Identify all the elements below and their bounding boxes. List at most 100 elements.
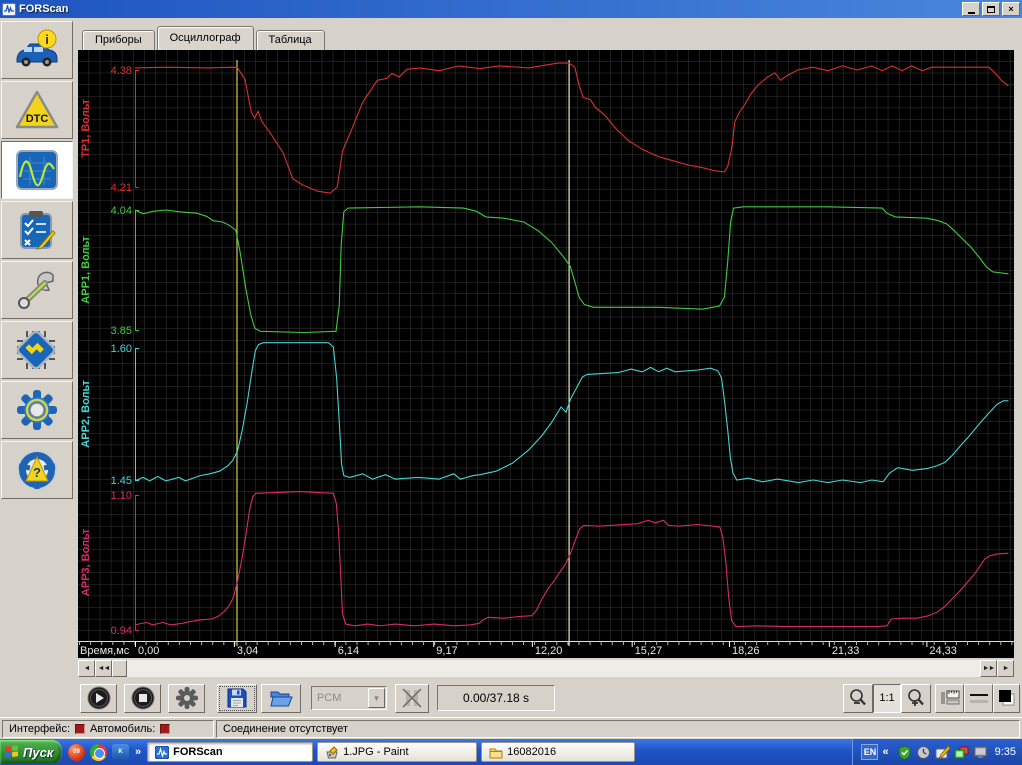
language-indicator[interactable]: EN [861,744,879,760]
connection-status-text: Соединение отсутствует [223,722,349,735]
x-tick-label: 12,20 [535,645,563,657]
quicklaunch-more-chevron[interactable]: » [135,746,141,758]
taskbar-clock[interactable]: 9:35 [995,746,1016,758]
x-tick-label: 21,33 [832,645,860,657]
tab-bar: Приборы Осциллограф Таблица [82,26,327,50]
color-swatch-icon [998,690,1014,706]
start-button[interactable]: Пуск [0,740,62,764]
oscilloscope-chart[interactable]: Время,мс 0,00 3,04 6,14 9,17 12,20 15,27 18,26 2… [78,50,1014,658]
gear-icon [17,390,57,430]
forscan-app-icon [2,2,16,16]
channel-name-4: APP3, Вольт [80,528,92,596]
app-body: i DTC ? Приборы Осциллограф Таблица Врем… [0,18,1022,717]
sidebar-item-settings[interactable] [1,381,73,439]
disconnect-x-icon [402,688,422,708]
color-button[interactable] [993,683,1020,713]
scale-1-1-button[interactable]: 1:1 [873,683,901,713]
sidebar-item-configuration[interactable] [1,321,73,379]
save-icon [227,688,247,708]
interface-label: Интерфейс: [9,722,70,735]
scroll-right-fast-button[interactable]: ►► [980,660,997,677]
restore-button[interactable] [982,2,1000,16]
chart-scrollbar[interactable]: ◄ ◄◄ ►► ► [78,660,1014,677]
paint-icon [326,745,338,758]
quick-launch: 09 K [68,743,129,761]
checklist-icon [20,211,56,250]
zoom-out-button[interactable] [843,683,873,713]
help-steering-icon: ? [17,450,57,490]
sidebar-item-oscilloscope[interactable] [1,141,73,199]
record-settings-button[interactable] [168,683,205,713]
play-button[interactable] [80,683,117,713]
y-min-label-3: 1.45 [111,475,132,487]
x-tick-label: 15,27 [635,645,663,657]
scrollbar-thumb[interactable] [112,660,127,677]
channel-name-3: APP2, Вольт [80,380,92,448]
line-style-button[interactable] [964,683,993,713]
svg-text:i: i [45,32,49,47]
minimize-button[interactable] [962,2,980,16]
y-min-label-4: 0.94 [111,625,132,637]
save-button[interactable] [217,683,257,713]
tab-oscilloscope[interactable]: Осциллограф [156,26,254,50]
module-select-value: PCM [317,692,342,704]
ruler-icon [940,690,959,705]
display-icon[interactable] [973,745,988,760]
task-button-folder[interactable]: 16082016 [481,742,636,762]
interface-status-indicator [75,723,85,734]
scroll-left-button[interactable]: ◄ [78,660,95,677]
sidebar-item-service[interactable] [1,261,73,319]
module-select[interactable]: PCM ▼ [311,686,387,710]
zoom-out-icon [850,689,866,706]
sidebar-item-dtc[interactable]: DTC [1,81,73,139]
titlebar[interactable]: FORScan × [0,0,1022,18]
task-button-forscan[interactable]: FORScan [147,742,314,762]
windows-flag-icon [5,745,19,758]
stop-button[interactable] [124,683,161,713]
sidebar-item-help[interactable]: ? [1,441,73,499]
transport-toolbar: PCM ▼ 0.00/37.18 s 1:1 [78,681,1022,715]
dtc-warning-icon: DTC [15,90,59,129]
tab-table[interactable]: Таблица [255,30,325,50]
shield-icon[interactable] [897,744,912,760]
line-icon [969,694,988,703]
kmplayer-icon[interactable]: K [112,743,129,761]
wrench-icon [18,271,54,309]
red-ball-icon[interactable]: 09 [68,743,85,761]
scrollbar-track[interactable] [127,660,980,677]
ruler-button[interactable] [935,683,964,713]
network-monitors-icon[interactable] [954,745,969,760]
folder-icon [489,748,503,758]
chrome-icon[interactable] [90,743,107,761]
connection-status-panel: Соединение отсутствует [216,719,1020,738]
sidebar-item-tests[interactable] [1,201,73,259]
time-display: 0.00/37.18 s [437,685,555,711]
scroll-left-fast-button[interactable]: ◄◄ [95,660,112,677]
tab-instruments[interactable]: Приборы [82,30,155,50]
zoom-in-button[interactable] [901,683,931,713]
connection-indicators-panel: Интерфейс: Автомобиль: [2,719,214,738]
stop-icon [131,686,154,710]
vehicle-status-indicator [160,723,171,734]
x-tick-label: 18,26 [732,645,760,657]
close-button[interactable]: × [1002,2,1020,16]
channel-name-2: APP1, Вольт [80,236,92,304]
scroll-right-button[interactable]: ► [997,660,1014,677]
tray-collapse-chevron[interactable]: « [882,746,888,758]
play-icon [87,686,110,710]
pen-tablet-icon[interactable] [935,744,950,760]
clock-utility-icon[interactable] [916,745,931,760]
task-button-paint[interactable]: 1.JPG - Paint [317,742,478,762]
open-button[interactable] [261,683,301,713]
chevron-down-icon[interactable]: ▼ [368,688,385,708]
sidebar-item-vehicle-info[interactable]: i [1,21,73,79]
statusbar: Интерфейс: Автомобиль: Соединение отсутс… [0,717,1022,739]
x-axis-title: Время,мс [80,645,130,657]
y-max-label-3: 1.60 [111,343,132,355]
car-info-icon: i [16,29,58,67]
y-min-label-1: 4.21 [111,182,132,194]
oscilloscope-panel: Время,мс 0,00 3,04 6,14 9,17 12,20 15,27 18,26 2… [78,50,1014,658]
zoom-in-icon [908,689,924,706]
vehicle-label: Автомобиль: [90,722,156,735]
disconnect-button[interactable] [395,683,429,713]
